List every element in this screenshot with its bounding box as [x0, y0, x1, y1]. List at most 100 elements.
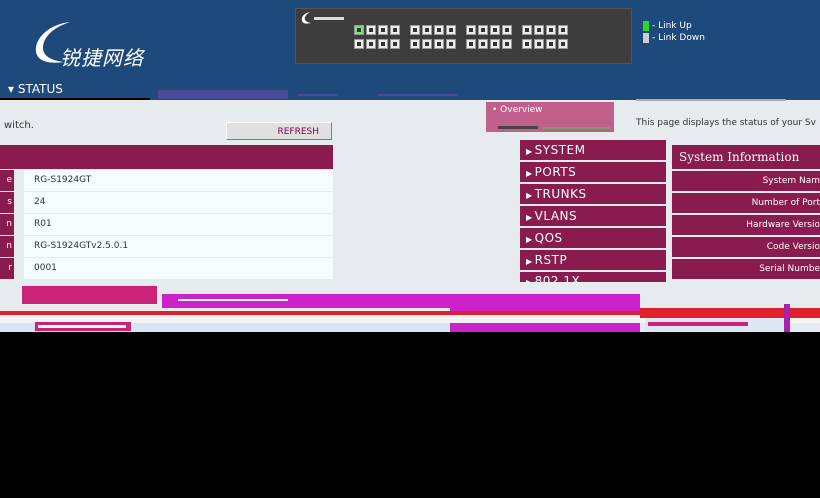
system-info-panel: System Information System Nam Number of …: [672, 145, 820, 279]
port-5[interactable]: [378, 25, 388, 35]
switch-front-panel: [295, 8, 632, 64]
system-info-row: Hardware Versio: [672, 215, 820, 235]
row-key: n: [0, 214, 14, 235]
port-row-bottom: [354, 39, 568, 49]
address-header-left: [22, 286, 157, 304]
table-row: n R01: [0, 214, 333, 235]
port-23[interactable]: [502, 25, 512, 35]
port-25[interactable]: [522, 25, 532, 35]
port-row-top: [354, 25, 568, 35]
port-1[interactable]: [354, 25, 364, 35]
row-value: RG-S1924GT: [24, 170, 333, 191]
menu-item-vlans[interactable]: ▶ VLANS: [520, 206, 666, 226]
triangle-right-icon: ▶: [526, 169, 533, 178]
garbled-label-icon: [38, 325, 126, 328]
port-20[interactable]: [478, 39, 488, 49]
port-18[interactable]: [466, 39, 476, 49]
link-up-swatch-icon: [643, 20, 649, 31]
port-19[interactable]: [478, 25, 488, 35]
port-22[interactable]: [490, 39, 500, 49]
port-24[interactable]: [502, 39, 512, 49]
row-value: 0001: [24, 258, 333, 279]
system-info-title: System Information: [672, 145, 820, 169]
blank-area: [0, 332, 820, 498]
intro-text: witch.: [4, 120, 34, 131]
port-3[interactable]: [366, 25, 376, 35]
port-29[interactable]: [546, 25, 556, 35]
triangle-right-icon: ▶: [526, 257, 533, 266]
triangle-right-icon: ▶: [526, 213, 533, 222]
row-key: e: [0, 170, 14, 191]
port-6[interactable]: [378, 39, 388, 49]
port-14[interactable]: [434, 39, 444, 49]
port-9[interactable]: [410, 25, 420, 35]
port-8[interactable]: [390, 39, 400, 49]
port-10[interactable]: [410, 39, 420, 49]
port-15[interactable]: [446, 25, 456, 35]
row-key: s: [0, 192, 14, 213]
legend-link-up: - Link Up: [643, 20, 705, 32]
page-description: This page displays the status of your Sv: [636, 118, 816, 128]
status-menu: ▶ SYSTEM ▶ PORTS ▶ TRUNKS ▶ VLANS ▶ QOS ▶ RSTP…: [520, 140, 666, 285]
info-table-header: [0, 145, 333, 169]
table-row: e RG-S1924GT: [0, 170, 333, 191]
menu-item-system[interactable]: ▶ SYSTEM: [520, 140, 666, 160]
sfp-port-2[interactable]: [534, 39, 544, 49]
sfp-port-4[interactable]: [558, 39, 568, 49]
port-11[interactable]: [422, 25, 432, 35]
triangle-right-icon: ▶: [526, 147, 533, 156]
right-magenta-bar: [784, 304, 790, 332]
row-value: RG-S1924GTv2.5.0.1: [24, 236, 333, 257]
system-info-row: Serial Numbe: [672, 259, 820, 279]
system-info-row: Code Versio: [672, 237, 820, 257]
caret-down-icon: ▾: [8, 82, 15, 96]
garbled-menu-text-icon: [498, 126, 610, 129]
garbled-text-icon: [636, 99, 786, 101]
port-16[interactable]: [446, 39, 456, 49]
port-13[interactable]: [434, 25, 444, 35]
row-key: n: [0, 236, 14, 257]
page-title: [158, 88, 458, 100]
link-down-swatch-icon: [643, 32, 649, 43]
system-info-row: System Nam: [672, 171, 820, 191]
ruijie-logo: 锐捷网络: [30, 18, 170, 70]
link-legend: - Link Up - Link Down: [643, 20, 705, 44]
port-17[interactable]: [466, 25, 476, 35]
table-row: r 0001: [0, 258, 333, 279]
row-value: R01: [24, 214, 333, 235]
management-label: [35, 322, 131, 331]
port-4[interactable]: [366, 39, 376, 49]
red-right-bar: [640, 308, 820, 318]
port-31[interactable]: [558, 25, 568, 35]
triangle-right-icon: ▶: [526, 191, 533, 200]
port-2[interactable]: [354, 39, 364, 49]
row-key: r: [0, 258, 14, 279]
logo-text: 锐捷网络: [60, 46, 144, 70]
right-small-label: [648, 320, 768, 330]
menu-item-qos[interactable]: ▶ QOS: [520, 228, 666, 248]
menu-item-rstp[interactable]: ▶ RSTP: [520, 250, 666, 270]
port-21[interactable]: [490, 25, 500, 35]
info-table: e RG-S1924GT s 24 n R01 n RG-S1924GTv2.5…: [0, 170, 333, 280]
menu-statistics-fragment: [498, 122, 618, 135]
garbled-label-icon: [648, 322, 748, 326]
port-12[interactable]: [422, 39, 432, 49]
sfp-port-3[interactable]: [546, 39, 556, 49]
system-info-row: Number of Port: [672, 193, 820, 213]
garbled-header-icon: [178, 299, 288, 301]
sfp-port-1[interactable]: [522, 39, 532, 49]
switch-brand-icon: [301, 12, 344, 24]
table-row: s 24: [0, 192, 333, 213]
nav-status-label: STATUS: [17, 82, 63, 96]
menu-item-ports[interactable]: ▶ PORTS: [520, 162, 666, 182]
legend-link-down: - Link Down: [643, 32, 705, 44]
address-information-title: [178, 296, 298, 307]
row-value: 24: [24, 192, 333, 213]
faint-title-fragment: [636, 96, 796, 104]
nav-status-tab[interactable]: ▾ STATUS: [0, 80, 150, 98]
menu-item-trunks[interactable]: ▶ TRUNKS: [520, 184, 666, 204]
garbled-title-icon: [158, 90, 458, 99]
refresh-button[interactable]: REFRESH: [226, 122, 332, 140]
port-7[interactable]: [390, 25, 400, 35]
port-27[interactable]: [534, 25, 544, 35]
